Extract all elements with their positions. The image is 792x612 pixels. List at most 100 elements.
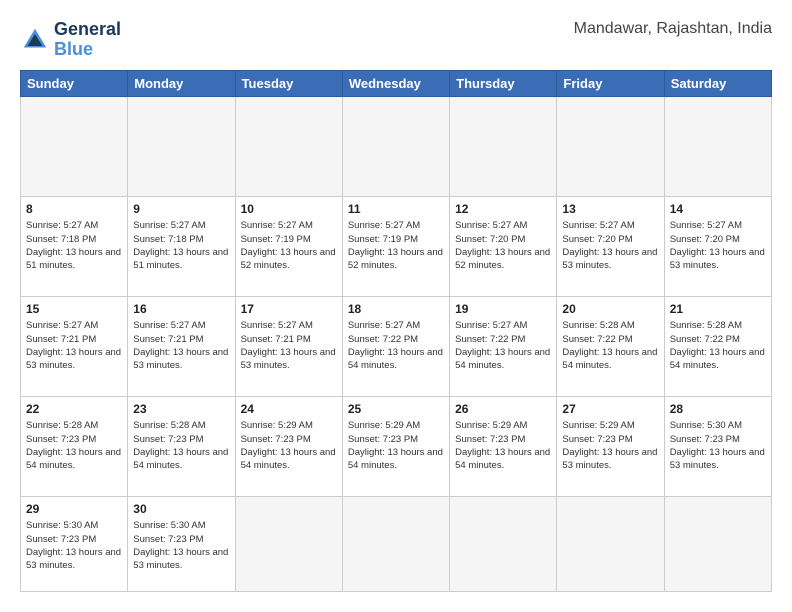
sunrise-text: Sunrise: 5:27 AM <box>241 220 313 231</box>
sunrise-text: Sunrise: 5:28 AM <box>133 420 205 431</box>
sunset-text: Sunset: 7:22 PM <box>348 334 418 345</box>
sunrise-text: Sunrise: 5:29 AM <box>562 420 634 431</box>
table-row: 23 Sunrise: 5:28 AM Sunset: 7:23 PM Dayl… <box>128 396 235 496</box>
daylight-text: Daylight: 13 hours and 54 minutes. <box>26 447 121 471</box>
sunset-text: Sunset: 7:18 PM <box>26 234 96 245</box>
day-number: 11 <box>348 201 444 218</box>
day-number: 25 <box>348 401 444 418</box>
sunset-text: Sunset: 7:21 PM <box>241 334 311 345</box>
calendar-week-row: 15 Sunrise: 5:27 AM Sunset: 7:21 PM Dayl… <box>21 296 772 396</box>
daylight-text: Daylight: 13 hours and 53 minutes. <box>562 247 657 271</box>
day-number: 20 <box>562 301 658 318</box>
table-row <box>342 496 449 591</box>
col-tuesday: Tuesday <box>235 70 342 96</box>
calendar-table: Sunday Monday Tuesday Wednesday Thursday… <box>20 70 772 592</box>
day-number: 30 <box>133 501 229 518</box>
table-row: 16 Sunrise: 5:27 AM Sunset: 7:21 PM Dayl… <box>128 296 235 396</box>
table-row <box>342 96 449 196</box>
table-row: 22 Sunrise: 5:28 AM Sunset: 7:23 PM Dayl… <box>21 396 128 496</box>
daylight-text: Daylight: 13 hours and 54 minutes. <box>348 447 443 471</box>
sunrise-text: Sunrise: 5:27 AM <box>241 320 313 331</box>
table-row <box>450 496 557 591</box>
table-row: 12 Sunrise: 5:27 AM Sunset: 7:20 PM Dayl… <box>450 196 557 296</box>
table-row: 30 Sunrise: 5:30 AM Sunset: 7:23 PM Dayl… <box>128 496 235 591</box>
calendar-header-row: Sunday Monday Tuesday Wednesday Thursday… <box>21 70 772 96</box>
daylight-text: Daylight: 13 hours and 53 minutes. <box>241 347 336 371</box>
table-row <box>664 496 771 591</box>
sunrise-text: Sunrise: 5:27 AM <box>562 220 634 231</box>
daylight-text: Daylight: 13 hours and 53 minutes. <box>26 347 121 371</box>
sunset-text: Sunset: 7:19 PM <box>241 234 311 245</box>
sunset-text: Sunset: 7:23 PM <box>562 434 632 445</box>
sunset-text: Sunset: 7:22 PM <box>670 334 740 345</box>
sunrise-text: Sunrise: 5:27 AM <box>455 320 527 331</box>
day-number: 29 <box>26 501 122 518</box>
daylight-text: Daylight: 13 hours and 53 minutes. <box>670 247 765 271</box>
logo-icon <box>20 25 50 55</box>
daylight-text: Daylight: 13 hours and 53 minutes. <box>133 347 228 371</box>
calendar-week-row <box>21 96 772 196</box>
table-row <box>128 96 235 196</box>
sunset-text: Sunset: 7:22 PM <box>562 334 632 345</box>
sunrise-text: Sunrise: 5:29 AM <box>348 420 420 431</box>
day-number: 24 <box>241 401 337 418</box>
col-saturday: Saturday <box>664 70 771 96</box>
page: General Blue Mandawar, Rajashtan, India … <box>0 0 792 612</box>
table-row: 13 Sunrise: 5:27 AM Sunset: 7:20 PM Dayl… <box>557 196 664 296</box>
daylight-text: Daylight: 13 hours and 53 minutes. <box>562 447 657 471</box>
sunrise-text: Sunrise: 5:28 AM <box>26 420 98 431</box>
sunrise-text: Sunrise: 5:29 AM <box>455 420 527 431</box>
sunrise-text: Sunrise: 5:27 AM <box>26 320 98 331</box>
sunrise-text: Sunrise: 5:27 AM <box>133 320 205 331</box>
sunset-text: Sunset: 7:23 PM <box>26 534 96 545</box>
sunset-text: Sunset: 7:23 PM <box>241 434 311 445</box>
table-row <box>557 496 664 591</box>
daylight-text: Daylight: 13 hours and 53 minutes. <box>133 547 228 571</box>
day-number: 10 <box>241 201 337 218</box>
table-row: 26 Sunrise: 5:29 AM Sunset: 7:23 PM Dayl… <box>450 396 557 496</box>
daylight-text: Daylight: 13 hours and 52 minutes. <box>348 247 443 271</box>
sunrise-text: Sunrise: 5:27 AM <box>348 220 420 231</box>
location-title: Mandawar, Rajashtan, India <box>574 20 772 38</box>
table-row: 11 Sunrise: 5:27 AM Sunset: 7:19 PM Dayl… <box>342 196 449 296</box>
daylight-text: Daylight: 13 hours and 51 minutes. <box>133 247 228 271</box>
sunrise-text: Sunrise: 5:30 AM <box>670 420 742 431</box>
daylight-text: Daylight: 13 hours and 54 minutes. <box>455 347 550 371</box>
sunset-text: Sunset: 7:18 PM <box>133 234 203 245</box>
sunset-text: Sunset: 7:20 PM <box>670 234 740 245</box>
sunrise-text: Sunrise: 5:27 AM <box>26 220 98 231</box>
daylight-text: Daylight: 13 hours and 53 minutes. <box>26 547 121 571</box>
daylight-text: Daylight: 13 hours and 54 minutes. <box>241 447 336 471</box>
day-number: 12 <box>455 201 551 218</box>
table-row <box>21 96 128 196</box>
daylight-text: Daylight: 13 hours and 51 minutes. <box>26 247 121 271</box>
daylight-text: Daylight: 13 hours and 52 minutes. <box>241 247 336 271</box>
sunrise-text: Sunrise: 5:27 AM <box>133 220 205 231</box>
table-row <box>235 496 342 591</box>
day-number: 21 <box>670 301 766 318</box>
table-row: 15 Sunrise: 5:27 AM Sunset: 7:21 PM Dayl… <box>21 296 128 396</box>
col-thursday: Thursday <box>450 70 557 96</box>
title-section: Mandawar, Rajashtan, India <box>574 20 772 38</box>
day-number: 22 <box>26 401 122 418</box>
sunset-text: Sunset: 7:22 PM <box>455 334 525 345</box>
table-row: 8 Sunrise: 5:27 AM Sunset: 7:18 PM Dayli… <box>21 196 128 296</box>
day-number: 15 <box>26 301 122 318</box>
sunset-text: Sunset: 7:20 PM <box>562 234 632 245</box>
sunrise-text: Sunrise: 5:28 AM <box>670 320 742 331</box>
sunrise-text: Sunrise: 5:30 AM <box>26 520 98 531</box>
col-wednesday: Wednesday <box>342 70 449 96</box>
col-monday: Monday <box>128 70 235 96</box>
daylight-text: Daylight: 13 hours and 54 minutes. <box>348 347 443 371</box>
day-number: 13 <box>562 201 658 218</box>
table-row: 29 Sunrise: 5:30 AM Sunset: 7:23 PM Dayl… <box>21 496 128 591</box>
sunset-text: Sunset: 7:23 PM <box>455 434 525 445</box>
table-row <box>664 96 771 196</box>
sunset-text: Sunset: 7:23 PM <box>348 434 418 445</box>
calendar-week-row: 8 Sunrise: 5:27 AM Sunset: 7:18 PM Dayli… <box>21 196 772 296</box>
sunset-text: Sunset: 7:23 PM <box>133 434 203 445</box>
col-friday: Friday <box>557 70 664 96</box>
daylight-text: Daylight: 13 hours and 52 minutes. <box>455 247 550 271</box>
day-number: 9 <box>133 201 229 218</box>
table-row: 28 Sunrise: 5:30 AM Sunset: 7:23 PM Dayl… <box>664 396 771 496</box>
